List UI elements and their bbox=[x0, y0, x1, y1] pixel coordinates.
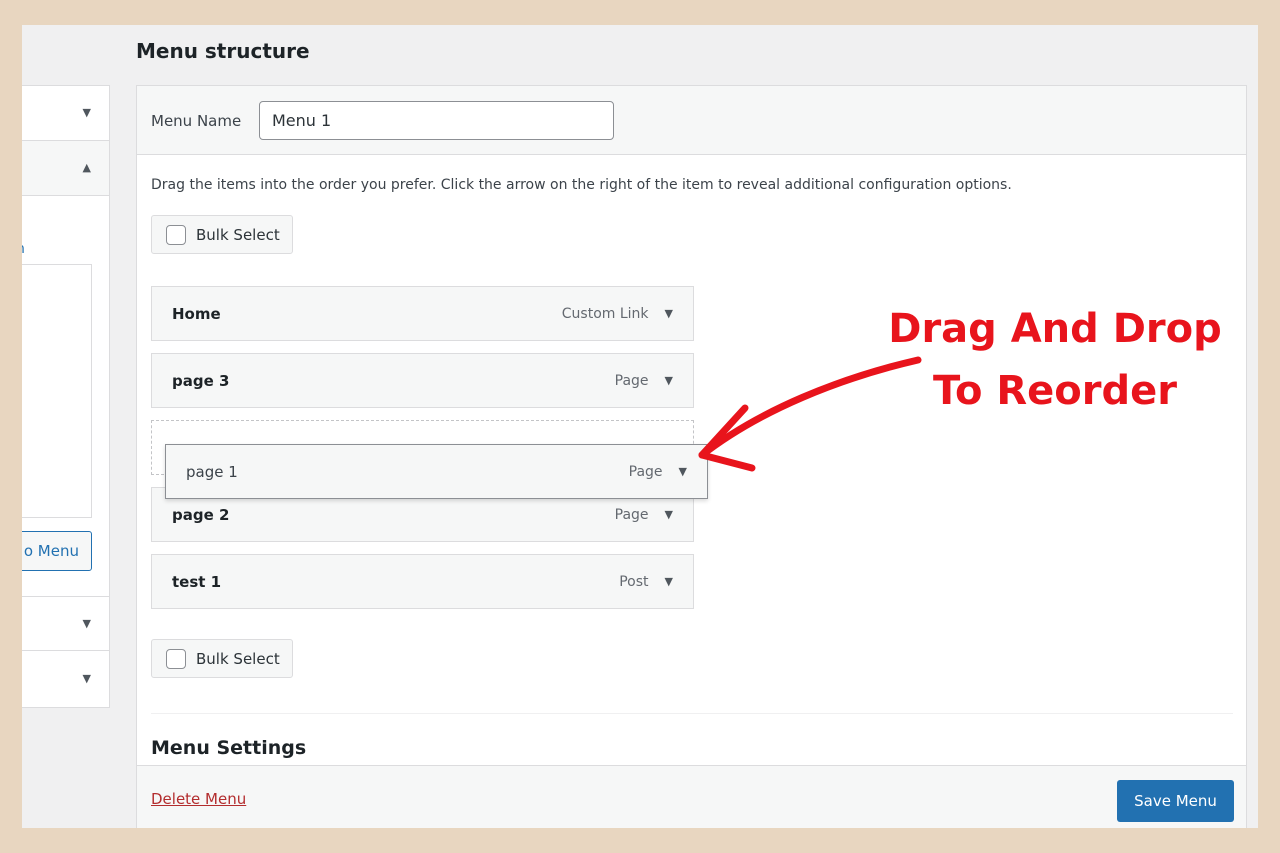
annotation-arrow-icon bbox=[698, 356, 922, 472]
